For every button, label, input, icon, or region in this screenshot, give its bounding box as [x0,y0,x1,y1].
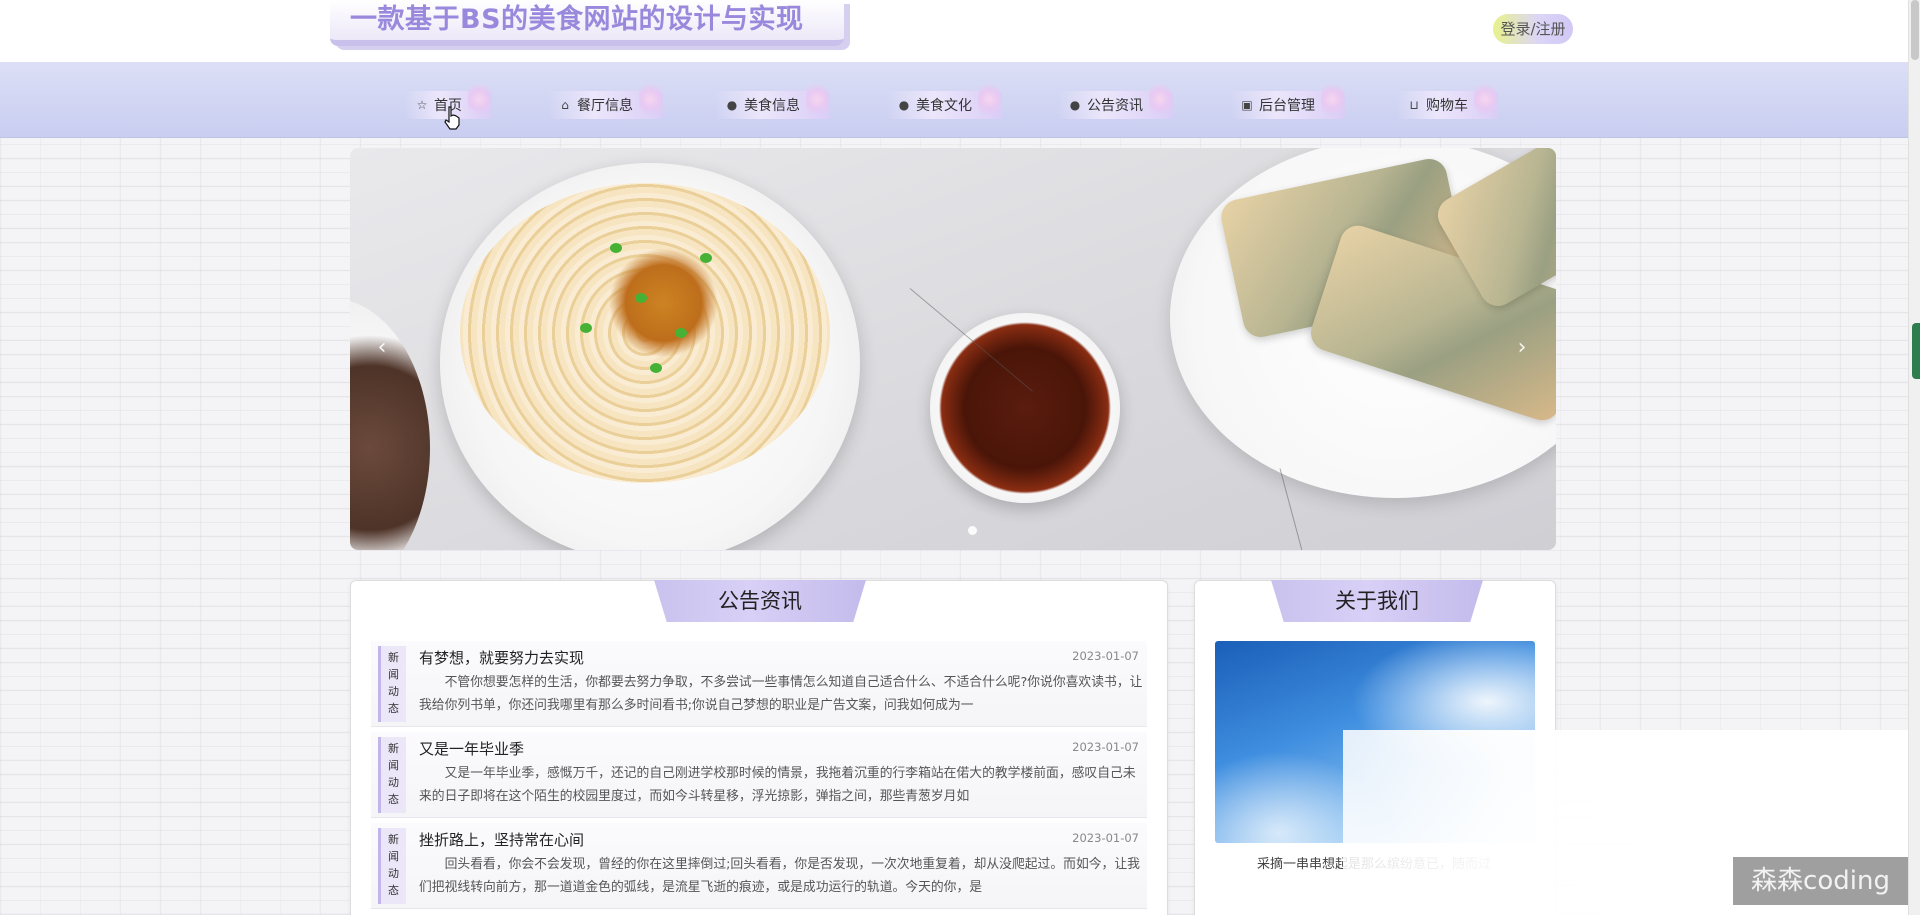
cart-icon: ⊔ [1409,98,1419,112]
nav-item-label: 购物车 [1426,98,1468,114]
banner-plate-crepes [1170,148,1556,498]
news-title[interactable]: 挫折路上，坚持常在心间 [419,829,584,850]
banner-carousel[interactable]: ‹ › [350,148,1556,550]
scrollbar-thumb[interactable] [1911,0,1919,60]
scallion-garnish [610,243,622,253]
banner-noodles [460,183,830,483]
nav-item-cart[interactable]: ⊔ 购物车 [1397,83,1498,119]
video-watermark: 森森coding [1733,857,1908,905]
scallion-garnish [650,363,662,373]
news-title[interactable]: 又是一年毕业季 [419,738,524,759]
nav-item-label: 后台管理 [1259,98,1315,114]
top-header: 一款基于BS的美食网站的设计与实现 登录/注册 [0,0,1908,62]
news-item[interactable]: 新闻动态 有梦想，就要努力去实现 2023-01-07 不管你想要怎样的生活，你… [371,641,1147,727]
news-title[interactable]: 有梦想，就要努力去实现 [419,647,584,668]
nav-item-label: 首页 [434,98,462,114]
news-date: 2023-01-07 [1072,831,1139,845]
news-summary: 又是一年毕业季，感慨万千，还记的自己刚进学校那时候的情景，我拖着沉重的行李箱站在… [419,766,1136,804]
news-summary: 回头看看，你会不会发现，曾经的你在这里摔倒过;回头看看，你是否发现，一次次地重复… [419,857,1140,895]
news-category-tag: 新闻动态 [378,737,406,813]
site-title: 一款基于BS的美食网站的设计与实现 [330,0,844,46]
nav-item-label: 美食文化 [916,98,972,114]
nav-item-label: 餐厅信息 [577,98,633,114]
nav-item-restaurants[interactable]: ⌂ 餐厅信息 [548,83,663,119]
login-register-button[interactable]: 登录/注册 [1493,14,1573,44]
star-icon: ☆ [416,98,428,112]
nav-item-announcements[interactable]: ● 公告资讯 [1058,83,1173,119]
about-panel-title: 关于我们 [1271,580,1483,622]
info-circle-icon: ● [726,98,738,112]
news-item[interactable]: 新闻动态 挫折路上，坚持常在心间 2023-01-07 回头看看，你会不会发现，… [371,823,1147,909]
page-scrollbar[interactable] [1908,0,1920,915]
side-widget-tab[interactable] [1912,323,1920,379]
info-circle-icon: ● [1069,98,1081,112]
banner-prev-arrow[interactable]: ‹ [370,336,394,360]
nav-item-home[interactable]: ☆ 首页 [405,83,492,119]
news-category-tag: 新闻动态 [378,828,406,904]
nav-item-admin[interactable]: ▣ 后台管理 [1230,83,1345,119]
news-date: 2023-01-07 [1072,649,1139,663]
building-icon: ▣ [1241,98,1253,112]
scallion-garnish [700,253,712,263]
nav-item-food-culture[interactable]: ● 美食文化 [887,83,1002,119]
nav-item-label: 公告资讯 [1087,98,1143,114]
question-circle-icon: ● [898,98,910,112]
news-date: 2023-01-07 [1072,740,1139,754]
banner-sauce-bowl [930,313,1120,503]
news-panel: 公告资讯 新闻动态 有梦想，就要努力去实现 2023-01-07 不管你想要怎样… [350,580,1168,915]
scallion-garnish [675,328,687,338]
bag-icon: ⌂ [561,98,569,112]
banner-indicator-dot[interactable] [968,526,977,535]
banner-next-arrow[interactable]: › [1510,336,1534,360]
nav-item-food-info[interactable]: ● 美食信息 [715,83,830,119]
news-panel-title: 公告资讯 [654,580,866,622]
nav-item-label: 美食信息 [744,98,800,114]
main-nav: ☆ 首页 ⌂ 餐厅信息 ● 美食信息 ● 美食文化 ● 公告资讯 ▣ 后台管理 … [0,62,1908,138]
news-category-tag: 新闻动态 [378,646,406,722]
scallion-garnish [580,323,592,333]
news-summary: 不管你想要怎样的生活，你都要去努力争取，不多尝试一些事情怎么知道自己适合什么、不… [419,675,1143,713]
news-item[interactable]: 新闻动态 又是一年毕业季 2023-01-07 又是一年毕业季，感慨万千，还记的… [371,732,1147,818]
scallion-garnish [635,293,647,303]
